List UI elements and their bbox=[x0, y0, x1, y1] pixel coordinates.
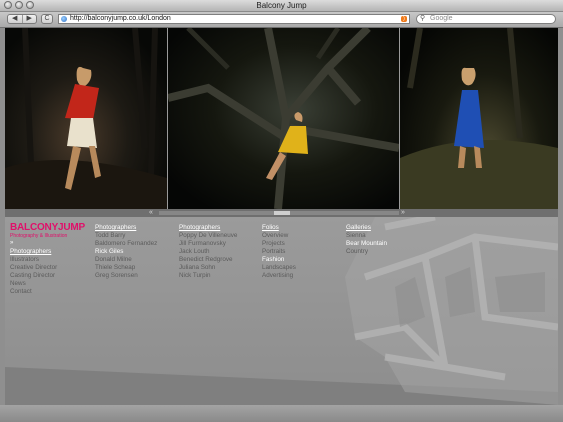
back-button[interactable]: ◀ bbox=[8, 15, 22, 23]
reload-button[interactable]: C bbox=[41, 14, 53, 24]
folio-link[interactable]: Advertising bbox=[262, 272, 296, 280]
scroll-left-arrow[interactable]: « bbox=[149, 209, 153, 217]
folios-column: Folios Overview Projects Portraits Fashi… bbox=[262, 224, 296, 280]
photographer-link[interactable]: Todd Barry bbox=[95, 232, 157, 240]
gallery-link[interactable]: Sienna bbox=[346, 232, 387, 240]
photo-strip bbox=[5, 28, 558, 209]
current-section-marker: » bbox=[10, 240, 14, 246]
photo-scroller: « » bbox=[5, 209, 558, 217]
browser-toolbar: ◀ ▶ C http://balconyjump.co.uk/London ) … bbox=[0, 12, 563, 28]
folio-link-active[interactable]: Fashion bbox=[262, 256, 296, 264]
gallery-link[interactable]: Country bbox=[346, 248, 387, 256]
folio-link[interactable]: Projects bbox=[262, 240, 296, 248]
nav-item-illustrators[interactable]: Illustrators bbox=[10, 256, 57, 264]
window-title: Balcony Jump bbox=[256, 1, 307, 10]
site-tagline: Photography & Illustration bbox=[10, 233, 68, 239]
rss-icon[interactable]: ) bbox=[401, 16, 407, 22]
photographer-link[interactable]: Baldomero Fernandez bbox=[95, 240, 157, 248]
browser-window: Balcony Jump ◀ ▶ C http://balconyjump.co… bbox=[0, 0, 563, 422]
photographer-link[interactable]: Jack Louth bbox=[179, 248, 237, 256]
nav-item-photographers[interactable]: Photographers bbox=[10, 248, 57, 256]
gallery-link-active[interactable]: Bear Mountain bbox=[346, 240, 387, 248]
photographers-column-2: Photographers Poppy De Villeneuve Jill F… bbox=[179, 224, 237, 280]
address-bar[interactable]: http://balconyjump.co.uk/London ) bbox=[58, 14, 410, 24]
column-heading[interactable]: Galleries bbox=[346, 224, 387, 232]
nav-item-news[interactable]: News bbox=[10, 280, 57, 288]
photographer-link[interactable]: Benedict Redgrove bbox=[179, 256, 237, 264]
photographer-link[interactable]: Donald Milne bbox=[95, 256, 157, 264]
photographer-link[interactable]: Jill Furmanovsky bbox=[179, 240, 237, 248]
scroll-thumb[interactable] bbox=[274, 211, 290, 215]
search-field[interactable]: ⚲ Google bbox=[416, 14, 556, 24]
photo-1-illustration bbox=[5, 28, 167, 209]
window-bottom-bar bbox=[0, 405, 563, 422]
photo-model-red-top[interactable] bbox=[5, 28, 167, 209]
search-placeholder[interactable]: Google bbox=[430, 15, 453, 23]
photographer-link-active[interactable]: Rick Giles bbox=[95, 248, 157, 256]
nav-item-contact[interactable]: Contact bbox=[10, 288, 57, 296]
column-heading[interactable]: Folios bbox=[262, 224, 296, 232]
scroll-right-arrow[interactable]: » bbox=[401, 209, 405, 217]
nav-item-casting-director[interactable]: Casting Director bbox=[10, 272, 57, 280]
column-heading[interactable]: Photographers bbox=[95, 224, 157, 232]
folio-link[interactable]: Landscapes bbox=[262, 264, 296, 272]
photographer-link[interactable]: Thiele Scheap bbox=[95, 264, 157, 272]
scroll-track[interactable] bbox=[159, 211, 399, 215]
globe-icon bbox=[61, 16, 67, 22]
folio-link[interactable]: Portraits bbox=[262, 248, 296, 256]
brand-block: BALCONYJUMP Photography & Illustration bbox=[10, 223, 85, 240]
title-bar: Balcony Jump bbox=[0, 0, 563, 12]
photographers-column-1: Photographers Todd Barry Baldomero Ferna… bbox=[95, 224, 157, 280]
column-heading[interactable]: Photographers bbox=[179, 224, 237, 232]
photo-2-illustration bbox=[168, 28, 399, 209]
search-icon: ⚲ bbox=[420, 15, 426, 22]
photo-3-illustration bbox=[400, 28, 558, 209]
site-navigation-panel: BALCONYJUMP Photography & Illustration »… bbox=[5, 217, 558, 405]
galleries-column: Galleries Sienna Bear Mountain Country bbox=[346, 224, 387, 256]
url-text[interactable]: http://balconyjump.co.uk/London bbox=[70, 15, 171, 23]
photographer-link[interactable]: Greg Sorensen bbox=[95, 272, 157, 280]
photo-model-yellow-dress[interactable] bbox=[168, 28, 399, 209]
photo-model-blue-dress[interactable] bbox=[400, 28, 558, 209]
photographer-link[interactable]: Nick Turpin bbox=[179, 272, 237, 280]
site-logo[interactable]: BALCONYJUMP bbox=[10, 223, 85, 233]
forward-button[interactable]: ▶ bbox=[21, 15, 37, 23]
nav-buttons: ◀ ▶ bbox=[7, 14, 37, 24]
photographer-link[interactable]: Juliana Sohn bbox=[179, 264, 237, 272]
photographer-link[interactable]: Poppy De Villeneuve bbox=[179, 232, 237, 240]
nav-item-creative-director[interactable]: Creative Director bbox=[10, 264, 57, 272]
main-nav: Photographers Illustrators Creative Dire… bbox=[10, 248, 57, 296]
folio-link[interactable]: Overview bbox=[262, 232, 296, 240]
